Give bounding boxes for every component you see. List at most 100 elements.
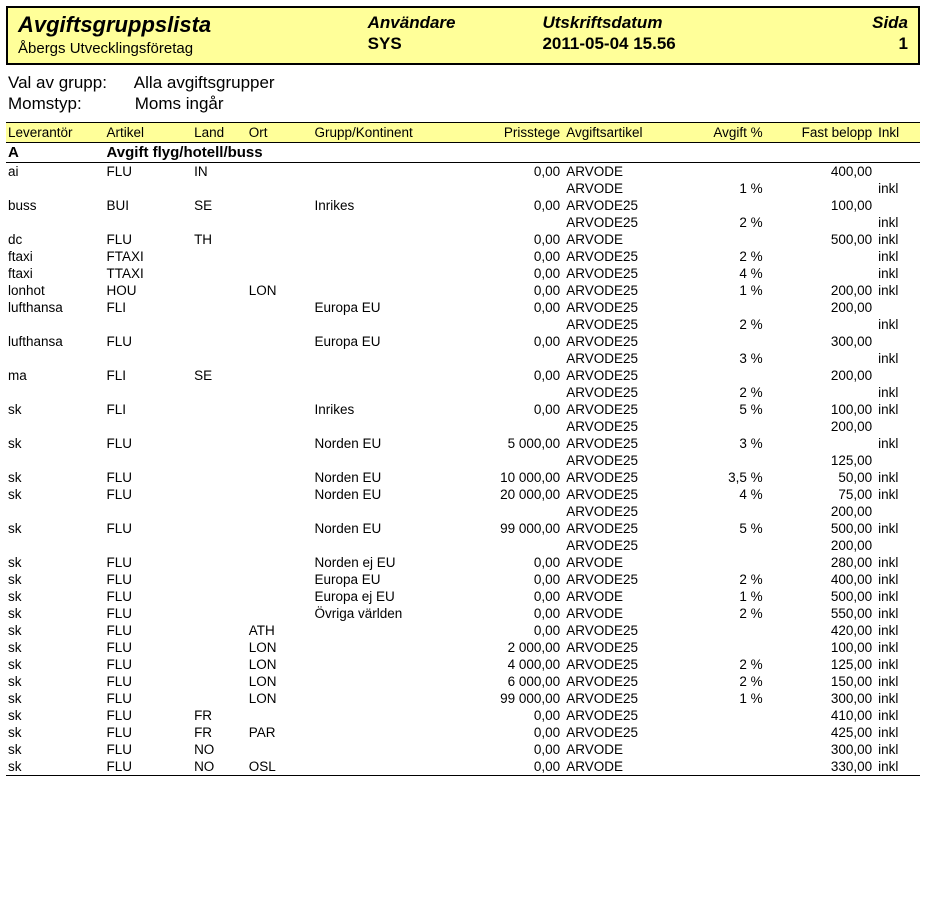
cell-fast: 400,00: [767, 163, 876, 181]
cell-land: [192, 452, 247, 469]
cell-pris: [466, 350, 565, 367]
cell-art: FLU: [105, 673, 193, 690]
cell-land: [192, 384, 247, 401]
cell-land: [192, 673, 247, 690]
cell-lev: ai: [6, 163, 105, 181]
cell-fast: 100,00: [767, 401, 876, 418]
cell-fast: [767, 180, 876, 197]
cell-inkl: inkl: [876, 248, 920, 265]
cell-pris: 0,00: [466, 367, 565, 384]
page-value: 1: [829, 33, 908, 54]
cell-lev: [6, 537, 105, 554]
cell-grp: [312, 707, 465, 724]
cell-art: TTAXI: [105, 265, 193, 282]
cell-inkl: [876, 367, 920, 384]
col-avgift-pct: Avgift %: [679, 123, 767, 143]
cell-pris: 0,00: [466, 724, 565, 741]
cell-grp: Inrikes: [312, 197, 465, 214]
cell-inkl: inkl: [876, 231, 920, 248]
cell-aart: ARVODE: [564, 554, 679, 571]
table-row: ARVODE1 %inkl: [6, 180, 920, 197]
cell-aart: ARVODE25: [564, 248, 679, 265]
cell-fast: 500,00: [767, 520, 876, 537]
cell-pris: 4 000,00: [466, 656, 565, 673]
cell-avg: 2 %: [679, 214, 767, 231]
cell-ort: LON: [247, 639, 313, 656]
cell-ort: [247, 333, 313, 350]
cell-fast: 400,00: [767, 571, 876, 588]
cell-ort: [247, 350, 313, 367]
table-row: ARVODE252 %inkl: [6, 214, 920, 231]
cell-fast: [767, 350, 876, 367]
cell-art: [105, 503, 193, 520]
cell-ort: [247, 367, 313, 384]
report-title: Avgiftsgruppslista: [18, 12, 368, 38]
cell-grp: Norden EU: [312, 469, 465, 486]
table-row: lufthansaFLUEuropa EU0,00ARVODE25300,00: [6, 333, 920, 350]
cell-land: [192, 537, 247, 554]
cell-land: TH: [192, 231, 247, 248]
cell-land: [192, 180, 247, 197]
cell-land: [192, 418, 247, 435]
cell-pris: 0,00: [466, 265, 565, 282]
cell-aart: ARVODE25: [564, 367, 679, 384]
cell-pris: 0,00: [466, 605, 565, 622]
filter-vat-label: Momstyp:: [8, 94, 130, 114]
cell-lev: sk: [6, 622, 105, 639]
cell-inkl: inkl: [876, 673, 920, 690]
cell-art: FLU: [105, 758, 193, 776]
cell-inkl: inkl: [876, 605, 920, 622]
cell-art: FLU: [105, 435, 193, 452]
cell-ort: LON: [247, 656, 313, 673]
cell-inkl: [876, 537, 920, 554]
cell-land: NO: [192, 758, 247, 776]
cell-grp: Europa EU: [312, 333, 465, 350]
table-row: ARVODE25125,00: [6, 452, 920, 469]
cell-land: [192, 520, 247, 537]
cell-inkl: [876, 452, 920, 469]
cell-ort: [247, 605, 313, 622]
group-name: Avgift flyg/hotell/buss: [105, 143, 921, 163]
cell-ort: LON: [247, 673, 313, 690]
cell-lev: [6, 418, 105, 435]
cell-aart: ARVODE25: [564, 197, 679, 214]
cell-grp: Norden EU: [312, 486, 465, 503]
cell-aart: ARVODE25: [564, 503, 679, 520]
cell-aart: ARVODE25: [564, 622, 679, 639]
table-row: ARVODE252 %inkl: [6, 384, 920, 401]
col-land: Land: [192, 123, 247, 143]
printdate-value: 2011-05-04 15.56: [542, 33, 828, 54]
cell-aart: ARVODE25: [564, 401, 679, 418]
cell-lev: [6, 384, 105, 401]
cell-pris: 2 000,00: [466, 639, 565, 656]
cell-art: FLU: [105, 690, 193, 707]
cell-avg: [679, 724, 767, 741]
cell-land: [192, 486, 247, 503]
cell-land: FR: [192, 707, 247, 724]
user-value: SYS: [368, 33, 543, 54]
table-row: skFLUFR0,00ARVODE25410,00inkl: [6, 707, 920, 724]
cell-pris: [466, 537, 565, 554]
table-row: skFLULON99 000,00ARVODE251 %300,00inkl: [6, 690, 920, 707]
cell-pris: 0,00: [466, 707, 565, 724]
cell-art: FLU: [105, 571, 193, 588]
cell-avg: [679, 452, 767, 469]
cell-avg: 2 %: [679, 605, 767, 622]
cell-lev: [6, 452, 105, 469]
cell-pris: [466, 452, 565, 469]
page-label: Sida: [829, 12, 908, 33]
cell-aart: ARVODE25: [564, 333, 679, 350]
cell-grp: [312, 282, 465, 299]
cell-pris: 5 000,00: [466, 435, 565, 452]
cell-inkl: [876, 503, 920, 520]
cell-art: [105, 350, 193, 367]
cell-art: FLU: [105, 163, 193, 181]
cell-lev: sk: [6, 690, 105, 707]
cell-pris: [466, 316, 565, 333]
cell-inkl: inkl: [876, 214, 920, 231]
company-name: Åbergs Utvecklingsföretag: [18, 40, 368, 57]
cell-fast: 550,00: [767, 605, 876, 622]
printdate-label: Utskriftsdatum: [542, 12, 828, 33]
cell-avg: 2 %: [679, 673, 767, 690]
cell-pris: [466, 418, 565, 435]
